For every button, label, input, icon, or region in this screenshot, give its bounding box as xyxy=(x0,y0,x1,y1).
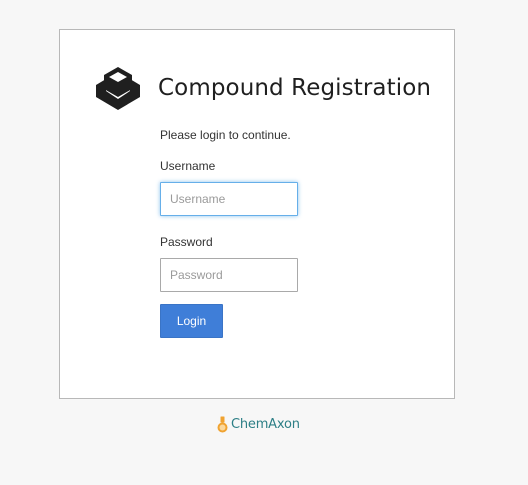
footer-brand: ChemAxon xyxy=(217,416,300,433)
app-title: Compound Registration xyxy=(158,75,432,101)
login-prompt: Please login to continue. xyxy=(160,128,291,142)
password-label: Password xyxy=(160,235,213,249)
username-input[interactable] xyxy=(160,182,298,216)
password-input[interactable] xyxy=(160,258,298,292)
flask-icon xyxy=(217,416,228,433)
login-card: Compound Registration Please login to co… xyxy=(59,29,455,399)
app-brand: Compound Registration xyxy=(94,65,431,111)
username-label: Username xyxy=(160,159,216,173)
cube-box-icon xyxy=(96,67,140,110)
login-button[interactable]: Login xyxy=(160,304,223,338)
footer-brand-name: ChemAxon xyxy=(231,417,300,432)
